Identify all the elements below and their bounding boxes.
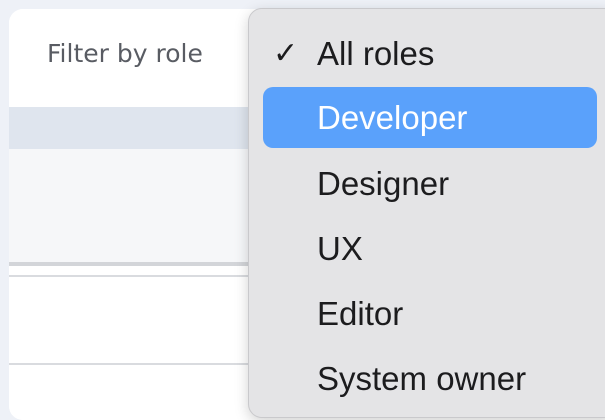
menu-item-label: System owner [317, 360, 527, 397]
menu-item-editor[interactable]: Editor [263, 283, 597, 344]
menu-item-system-owner[interactable]: System owner [263, 348, 597, 409]
menu-item-label: Developer [317, 99, 468, 136]
checkmark-icon: ✓ [273, 36, 299, 71]
menu-item-label: UX [317, 230, 363, 267]
menu-item-label: Editor [317, 295, 404, 332]
menu-item-label: Designer [317, 165, 450, 202]
menu-item-label: All roles [317, 35, 435, 72]
menu-item-all-roles[interactable]: ✓ All roles [263, 23, 597, 84]
filter-by-role-label: Filter by role [47, 39, 203, 68]
menu-item-designer[interactable]: Designer [263, 153, 597, 214]
menu-item-developer[interactable]: Developer [263, 87, 597, 148]
role-filter-dropdown-menu[interactable]: ✓ All roles Developer Designer UX Editor… [248, 8, 605, 418]
menu-item-ux[interactable]: UX [263, 218, 597, 279]
